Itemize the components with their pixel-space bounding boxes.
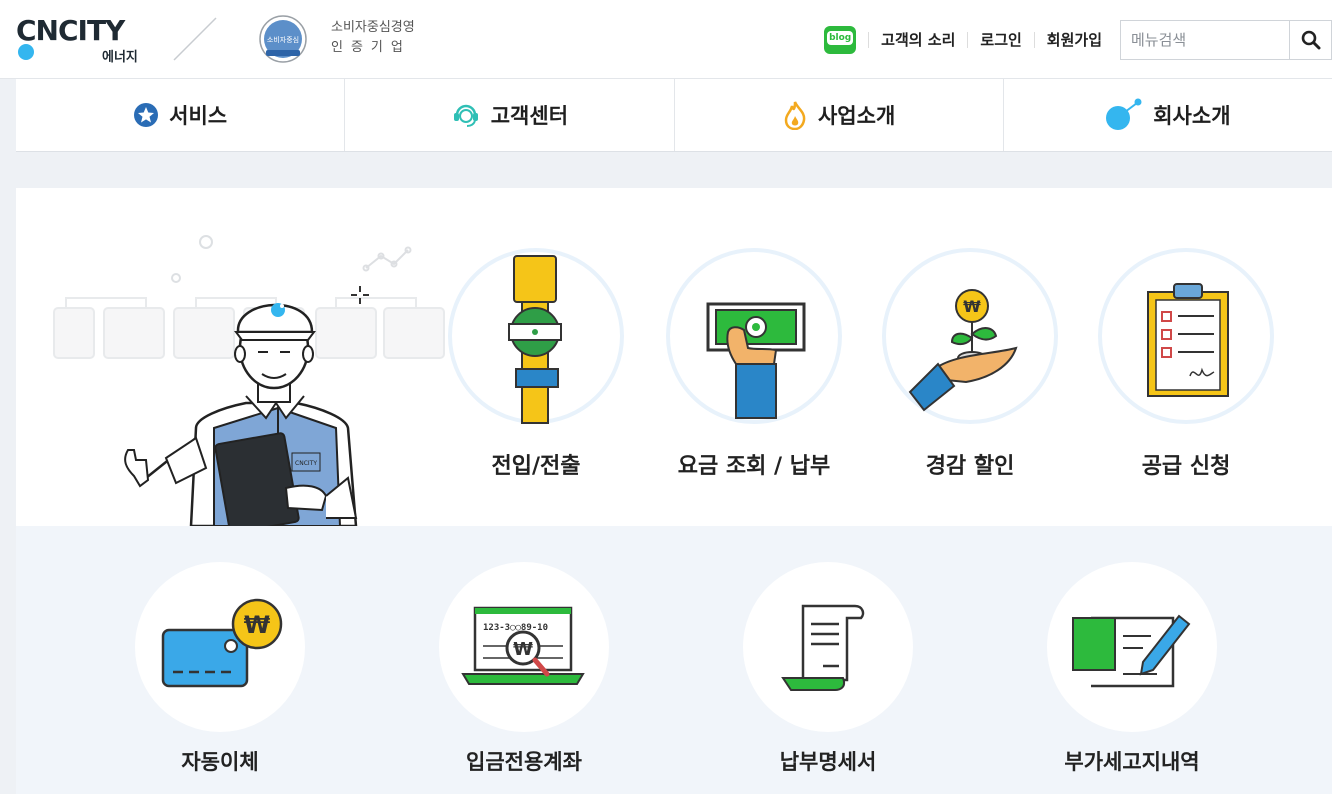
service-supply-request[interactable]: 공급 신청 xyxy=(1096,248,1276,480)
sub-vat-notice-label: 부가세고지내역 xyxy=(1064,750,1200,774)
service-bill-inquiry[interactable]: 요금 조회 / 납부 xyxy=(664,248,844,480)
main-panel: CNCITY 전입/전출 요금 조회 / 납부 ₩ 경감 할인 공급 신청 ₩ … xyxy=(16,188,1332,794)
nav-customer-center-label: 고객센터 xyxy=(490,104,569,128)
login-link[interactable]: 로그인 xyxy=(967,32,1033,48)
receipt-scroll-icon xyxy=(781,604,865,691)
dot-link-icon xyxy=(1106,98,1142,130)
flame-icon xyxy=(784,101,806,130)
nav-service[interactable]: 서비스 xyxy=(16,79,346,151)
sub-virtual-account-label: 입금전용계좌 xyxy=(466,750,582,774)
search-box xyxy=(1120,20,1332,60)
service-discount-label: 경감 할인 xyxy=(925,454,1015,479)
sub-virtual-account[interactable]: 123-3◯◯89-10 ₩ 입금전용계좌 xyxy=(424,562,624,776)
gas-technician-illustration: CNCITY xyxy=(53,235,445,526)
divider-slash xyxy=(173,17,217,61)
service-discount[interactable]: ₩ 경감 할인 xyxy=(880,248,1060,480)
clipboard-icon xyxy=(1147,283,1229,397)
cert-badge-text: 소비자중심 xyxy=(267,35,299,44)
svg-text:₩: ₩ xyxy=(513,639,533,660)
search-icon xyxy=(1301,30,1320,50)
nav-business-label: 사업소개 xyxy=(817,104,896,128)
card-won-icon: ₩ xyxy=(161,598,283,688)
service-move-in-out-label: 전입/전출 xyxy=(491,454,581,479)
signup-link[interactable]: 회원가입 xyxy=(1033,32,1114,48)
certification-badge-icon: 소비자중심 xyxy=(259,15,307,63)
main-nav: 서비스 고객센터 사업소개 회사소개 xyxy=(16,79,1332,152)
hero-section: CNCITY 전입/전출 요금 조회 / 납부 ₩ 경감 할인 공급 신청 xyxy=(16,188,1332,526)
sub-auto-transfer-label: 자동이체 xyxy=(181,750,259,774)
service-bill-inquiry-label: 요금 조회 / 납부 xyxy=(677,454,831,479)
sub-service-section: ₩ 자동이체 123-3◯◯89-10 ₩ 입금전용계좌 납부명세서 부가세고지… xyxy=(16,526,1332,794)
blog-label: blog xyxy=(827,31,854,45)
logo[interactable]: CNCITY 에너지 xyxy=(16,14,146,65)
cert-line1: 소비자중심경영 xyxy=(331,20,415,35)
svg-text:₩: ₩ xyxy=(963,297,981,316)
certification-text: 소비자중심경영 인증기업 xyxy=(331,18,415,58)
sub-payment-statement-label: 납부명세서 xyxy=(779,750,877,774)
account-number-text: 123-3◯◯89-10 xyxy=(483,623,548,633)
cert-line2: 인증기업 xyxy=(331,40,411,55)
header: CNCITY 에너지 소비자중심 소비자중심경영 인증기업 blog 고객의 소… xyxy=(0,0,1332,79)
svg-text:CNCITY: CNCITY xyxy=(295,460,317,467)
svg-text:₩: ₩ xyxy=(244,611,271,639)
logo-text: CNCITY xyxy=(16,14,125,47)
laptop-search-icon: 123-3◯◯89-10 ₩ xyxy=(461,606,585,685)
sub-auto-transfer[interactable]: ₩ 자동이체 xyxy=(120,562,320,776)
service-move-in-out[interactable]: 전입/전출 xyxy=(446,248,626,480)
service-supply-request-label: 공급 신청 xyxy=(1141,454,1231,479)
money-hand-icon xyxy=(706,302,806,419)
nav-company[interactable]: 회사소개 xyxy=(1004,79,1332,151)
nav-customer-center[interactable]: 고객센터 xyxy=(345,79,675,151)
headset-icon xyxy=(453,104,478,127)
voice-of-customer-link[interactable]: 고객의 소리 xyxy=(868,32,967,48)
utility-bar: blog 고객의 소리 로그인 회원가입 xyxy=(824,20,1332,60)
search-button[interactable] xyxy=(1289,21,1331,59)
nav-service-label: 서비스 xyxy=(169,104,228,128)
nav-company-label: 회사소개 xyxy=(1153,104,1231,128)
sub-vat-notice[interactable]: 부가세고지내역 xyxy=(1032,562,1232,776)
nav-business[interactable]: 사업소개 xyxy=(675,79,1004,151)
star-badge-icon xyxy=(134,103,159,127)
search-input[interactable] xyxy=(1121,21,1289,59)
gas-pipe-icon xyxy=(508,255,562,424)
logo-subtext: 에너지 xyxy=(102,50,138,65)
coin-plant-icon: ₩ xyxy=(908,289,1018,412)
sub-payment-statement[interactable]: 납부명세서 xyxy=(728,562,928,776)
pen-document-icon xyxy=(1072,614,1191,688)
blog-icon[interactable]: blog xyxy=(824,26,857,54)
logo-dot-icon xyxy=(18,44,34,60)
